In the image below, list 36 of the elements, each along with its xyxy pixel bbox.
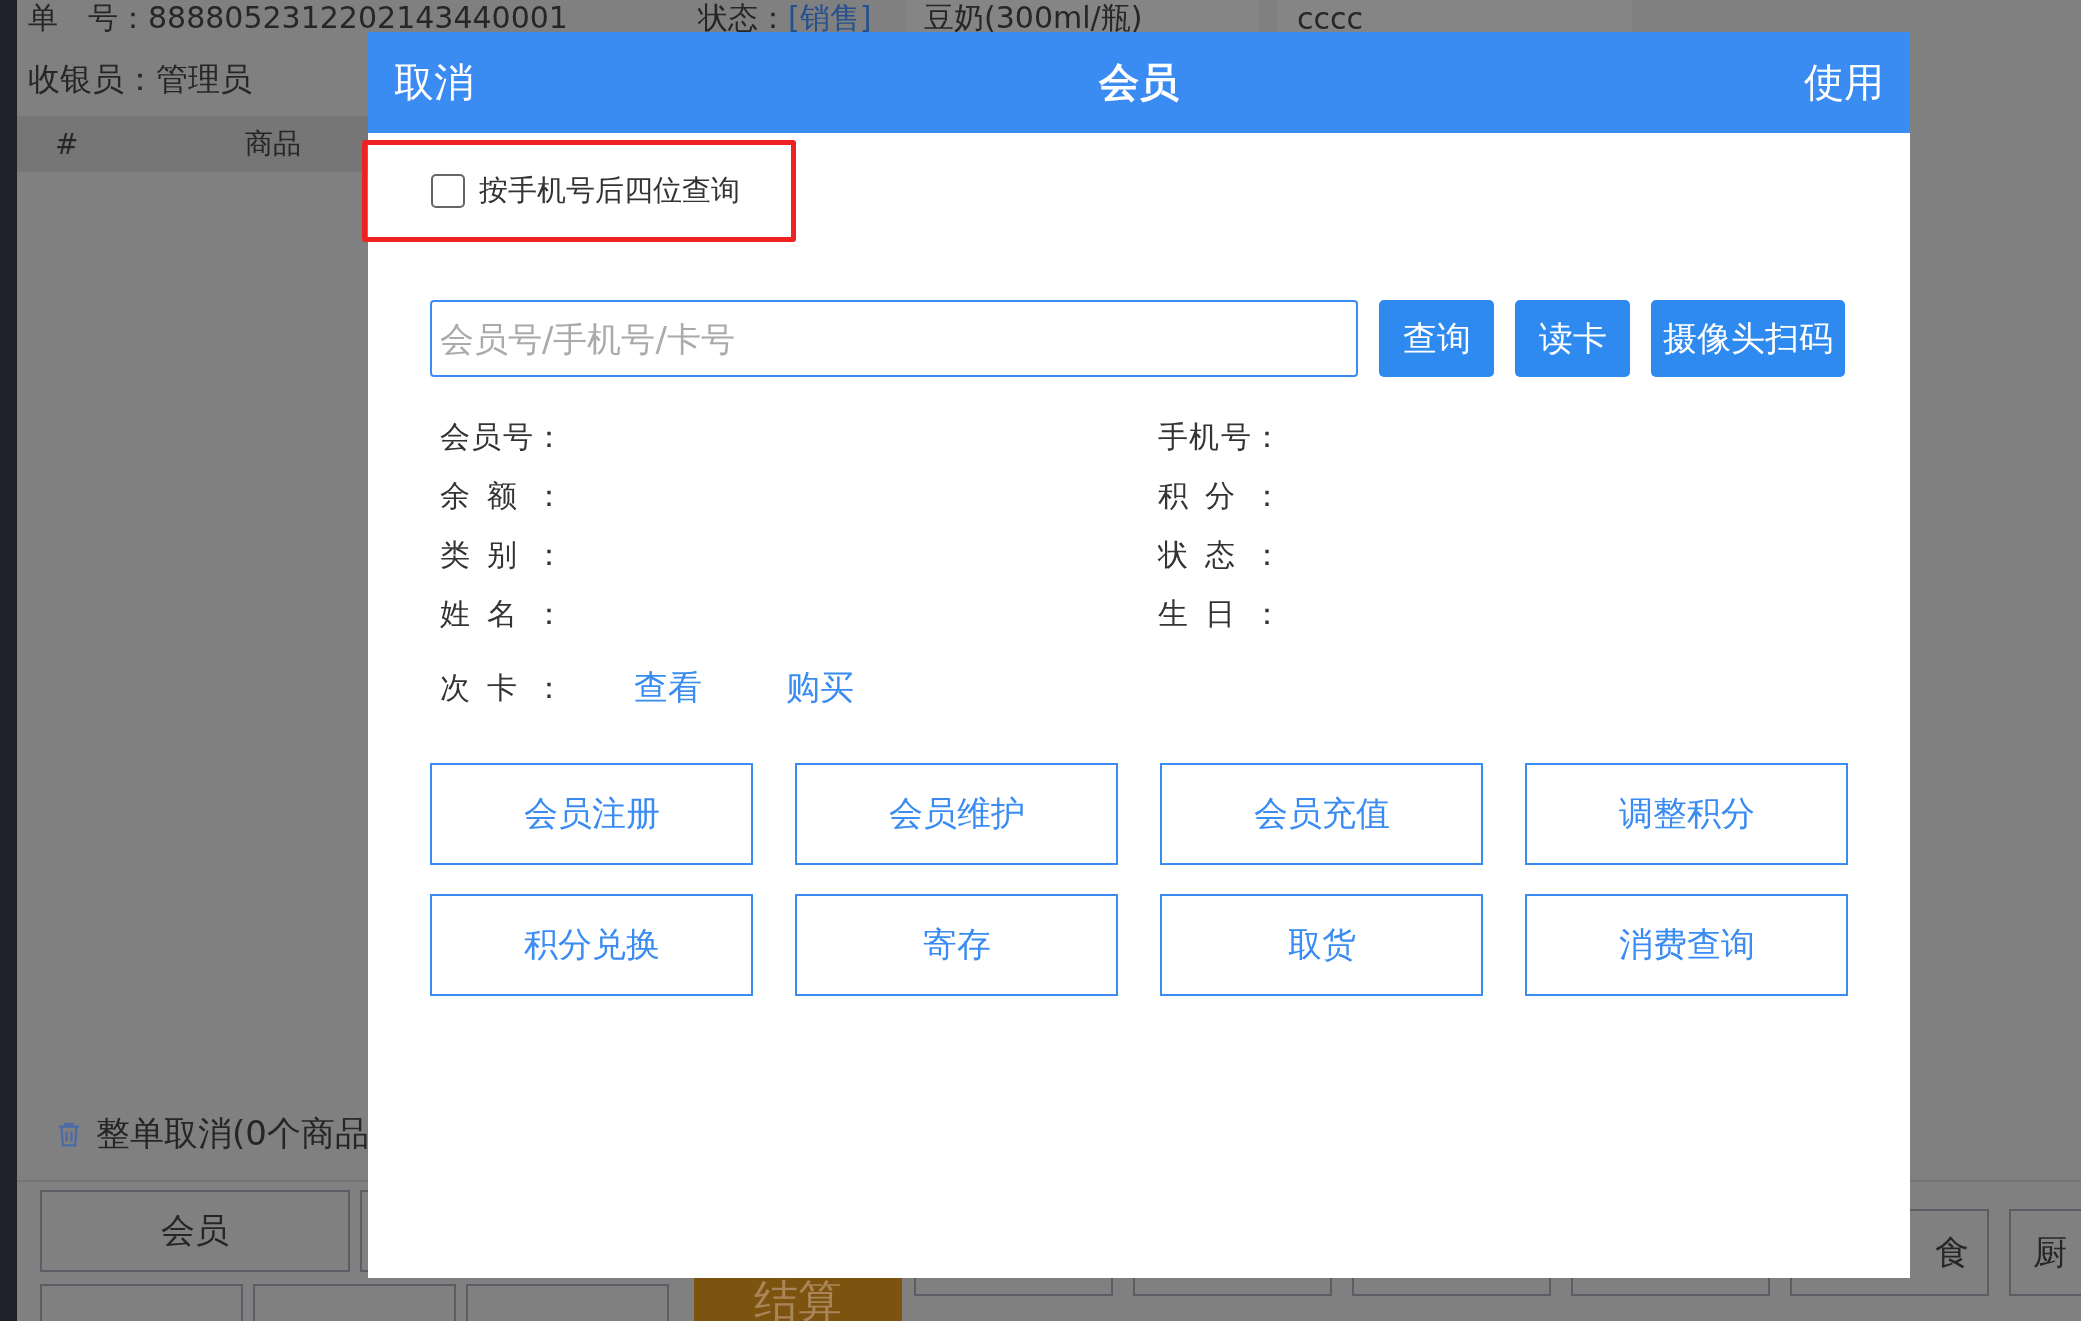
member-action-button[interactable]: 会员维护 [795,763,1118,865]
member-action-button[interactable]: 寄存 [795,894,1118,996]
checkbox[interactable] [431,174,465,208]
member-action-button[interactable]: 调整积分 [1525,763,1848,865]
field-label: 状态： [1158,536,1282,574]
field-label: 手机号： [1158,418,1282,456]
field-label: 类别： [440,536,564,574]
field-label: 次卡： [440,668,564,707]
member-action-button[interactable]: 消费查询 [1525,894,1848,996]
field-label: 会员号： [440,418,564,456]
member-action-button[interactable]: 会员注册 [430,763,753,865]
use-button[interactable]: 使用 [1804,55,1884,110]
cashier-label: 收银员：管理员 [28,59,252,100]
field-label: 姓名： [440,595,564,633]
order-number: 单 号：8888052312202143440001 [28,0,569,37]
link[interactable]: 查看 [634,665,702,711]
link[interactable]: 购买 [786,665,854,711]
member-action-button[interactable]: 会员充值 [1160,763,1483,865]
member-button[interactable]: 会员 [40,1190,350,1272]
field-label: 余额： [440,477,564,515]
dialog-title: 会员 [1099,58,1179,107]
action-button[interactable]: 摄像头扫码 [1651,300,1845,377]
action-button[interactable]: 查询 [1379,300,1494,377]
column-header: 商品 [245,126,301,162]
member-action-button[interactable]: 取货 [1160,894,1483,996]
search-field[interactable]: 会员号/手机号/卡号 [430,300,1358,377]
field-label: 生日： [1158,595,1282,633]
cancel-button[interactable]: 取消 [394,55,474,110]
order-status: 状态：[销售] [698,0,873,37]
column-header: # [55,127,80,161]
member-action-button[interactable]: 积分兑换 [430,894,753,996]
action-button[interactable]: 读卡 [1515,300,1630,377]
checkbox-label: 按手机号后四位查询 [479,172,740,209]
cancel-order-link[interactable]: 整单取消(0个商品 [96,1111,369,1157]
field-label: 积分： [1158,477,1282,515]
category-button[interactable]: 厨 [2009,1209,2081,1296]
